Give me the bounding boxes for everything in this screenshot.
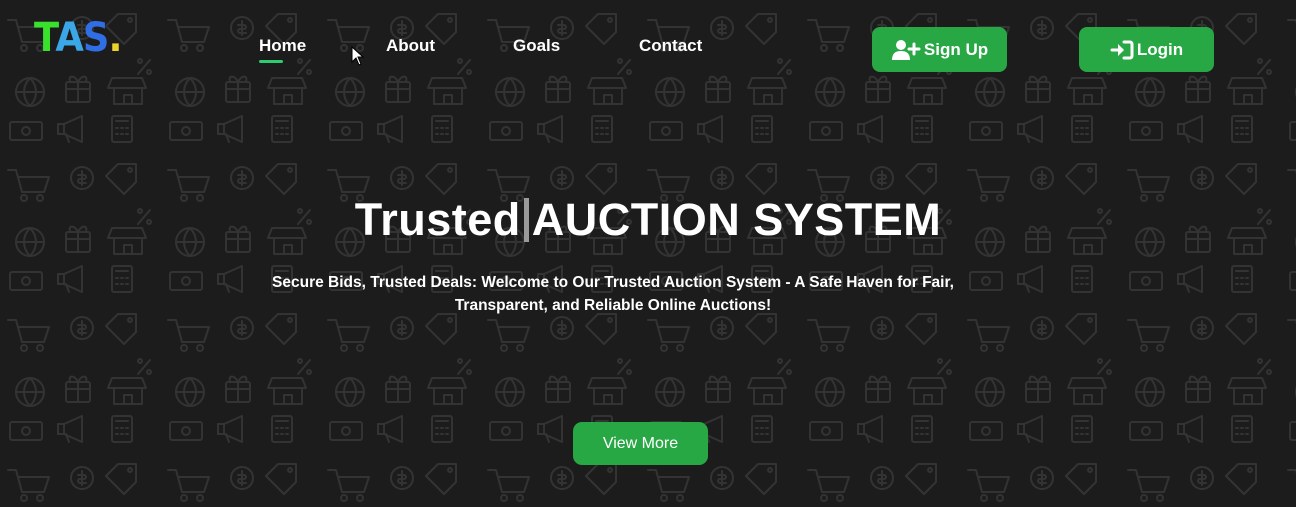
user-plus-icon bbox=[891, 39, 921, 60]
view-more-button[interactable]: View More bbox=[573, 422, 708, 465]
landing-page: TAS. Home About Goals Contact Sign Up Lo… bbox=[0, 0, 1296, 507]
nav-item-home[interactable]: Home bbox=[259, 36, 307, 63]
nav-item-label: Home bbox=[259, 36, 307, 55]
login-label: Login bbox=[1136, 39, 1184, 59]
view-more-label: View More bbox=[602, 434, 679, 452]
active-nav-indicator bbox=[259, 60, 283, 63]
hero-title-part2: AUCTION SYSTEM bbox=[531, 194, 942, 245]
nav-item-contact[interactable]: Contact bbox=[639, 36, 702, 56]
hero-title: Trusted AUCTION SYSTEM bbox=[0, 192, 1296, 248]
logo-dot: . bbox=[108, 15, 122, 61]
nav-item-label: Contact bbox=[639, 36, 703, 55]
nav-item-about[interactable]: About bbox=[386, 36, 435, 56]
nav-item-label: Goals bbox=[513, 36, 561, 55]
typing-caret bbox=[523, 198, 529, 242]
sign-up-button[interactable]: Sign Up bbox=[872, 27, 1007, 72]
mouse-cursor-icon bbox=[351, 46, 365, 66]
logo-letter-s: S bbox=[82, 15, 110, 61]
nav-item-goals[interactable]: Goals bbox=[513, 36, 560, 56]
logo-letter-a: A bbox=[55, 15, 83, 61]
hero-subtitle: Secure Bids, Trusted Deals: Welcome to O… bbox=[272, 274, 954, 314]
sign-in-icon bbox=[1110, 40, 1134, 59]
logo-letter-t: T bbox=[34, 15, 56, 61]
brand-logo[interactable]: TAS. bbox=[34, 14, 122, 62]
login-button[interactable]: Login bbox=[1079, 27, 1214, 72]
hero-title-part1: Trusted bbox=[354, 194, 521, 245]
nav-item-label: About bbox=[386, 36, 436, 55]
sign-up-label: Sign Up bbox=[923, 39, 989, 59]
